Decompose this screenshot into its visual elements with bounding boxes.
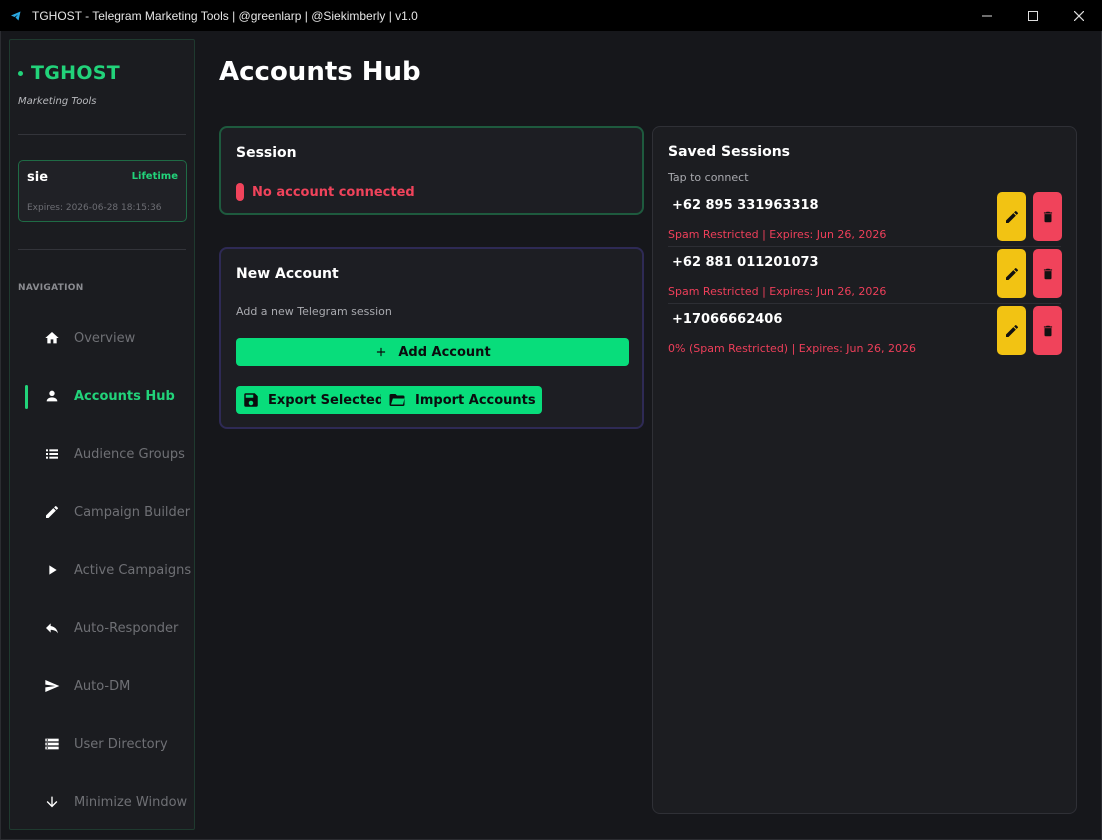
folder-open-icon [389,394,405,406]
nav-label: Active Campaigns [74,562,192,578]
trash-icon [1043,211,1052,222]
nav-label: Auto-Responder [74,620,179,636]
connection-status: No account connected [236,183,415,201]
nav-item-campaign-builder[interactable]: Campaign Builder [10,492,194,532]
session-status: Spam Restricted | Expires: Jun 26, 2026 [668,228,887,241]
divider [18,249,186,250]
play-icon [43,561,61,579]
brand-name: TGHOST [31,62,121,84]
nav-label: Campaign Builder [74,504,191,520]
status-indicator [236,183,244,201]
saved-sessions-card: Saved Sessions Tap to connect +62 895 33… [652,126,1077,814]
nav-label: Minimize Window [74,794,188,810]
maximize-button[interactable] [1010,0,1056,31]
save-icon [244,393,258,407]
divider [668,303,1061,304]
pencil-icon [1005,267,1018,280]
saved-sessions-hint: Tap to connect [668,171,749,184]
nav-item-auto-dm[interactable]: Auto-DM [10,666,194,706]
trash-icon [1043,325,1052,336]
nav-label: Overview [74,330,136,346]
session-phone: +17066662406 [672,312,783,327]
edit-session-button[interactable] [997,249,1026,298]
nav-item-audience-groups[interactable]: Audience Groups [10,434,194,474]
session-phone: +62 881 011201073 [672,255,819,270]
person-icon [43,387,61,405]
session-row[interactable]: +17066662406 0% (Spam Restricted) | Expi… [668,306,1062,362]
status-text: No account connected [252,184,415,200]
brand-subtitle: Marketing Tools [18,96,97,107]
divider [668,246,1061,247]
session-row[interactable]: +62 895 331963318 Spam Restricted | Expi… [668,192,1062,248]
minimize-button[interactable] [964,0,1010,31]
arrow-down-icon [43,793,61,811]
user-name: sie [27,170,49,185]
title-bar: TGHOST - Telegram Marketing Tools | @gre… [0,0,1102,31]
nav-item-minimize-window[interactable]: Minimize Window [10,782,194,822]
saved-sessions-heading: Saved Sessions [668,144,791,160]
nav-label: Audience Groups [74,446,185,462]
pencil-icon [1005,210,1018,223]
pencil-icon [43,503,61,521]
divider [18,134,186,135]
delete-session-button[interactable] [1033,306,1062,355]
nav-label: Auto-DM [74,678,131,694]
session-row[interactable]: +62 881 011201073 Spam Restricted | Expi… [668,249,1062,305]
new-account-heading: New Account [236,266,339,282]
session-heading: Session [236,145,297,161]
delete-session-button[interactable] [1033,192,1062,241]
import-accounts-button[interactable]: Import Accounts [381,386,542,414]
home-icon [43,329,61,347]
session-status: 0% (Spam Restricted) | Expires: Jun 26, … [668,342,916,355]
nav-item-active-campaigns[interactable]: Active Campaigns [10,550,194,590]
new-account-subtitle: Add a new Telegram session [236,305,392,318]
session-phone: +62 895 331963318 [672,198,819,213]
nav-item-user-directory[interactable]: User Directory [10,724,194,764]
nav-item-auto-responder[interactable]: Auto-Responder [10,608,194,648]
edit-session-button[interactable] [997,192,1026,241]
session-card: Session No account connected [219,126,644,215]
page-title: Accounts Hub [219,57,421,87]
nav-label: User Directory [74,736,168,752]
close-button[interactable] [1056,0,1102,31]
nav-item-overview[interactable]: Overview [10,318,194,358]
brand-dot [18,70,23,76]
list-icon [43,445,61,463]
session-status: Spam Restricted | Expires: Jun 26, 2026 [668,285,887,298]
sidebar: TGHOST Marketing Tools sie Lifetime Expi… [9,39,195,830]
import-accounts-label: Import Accounts [415,392,536,408]
reply-icon [43,619,61,637]
edit-session-button[interactable] [997,306,1026,355]
add-account-button[interactable]: Add Account [236,338,629,366]
plus-icon [377,347,386,357]
license-expiry: Expires: 2026-06-28 18:15:36 [27,203,162,213]
nav-item-accounts-hub[interactable]: Accounts Hub [10,376,194,416]
nav-heading: NAVIGATION [18,283,84,293]
telegram-icon [10,9,24,23]
active-indicator [25,385,28,409]
plan-badge: Lifetime [131,171,178,182]
user-card: sie Lifetime Expires: 2026-06-28 18:15:3… [18,160,187,222]
pencil-icon [1005,324,1018,337]
export-selected-button[interactable]: Export Selected [236,386,391,414]
window-title: TGHOST - Telegram Marketing Tools | @gre… [32,8,418,23]
storage-icon [43,735,61,753]
add-account-label: Add Account [398,344,491,360]
brand: TGHOST [18,62,120,84]
trash-icon [1043,268,1052,279]
delete-session-button[interactable] [1033,249,1062,298]
new-account-card: New Account Add a new Telegram session A… [219,247,644,429]
export-selected-label: Export Selected [268,392,385,408]
nav-label: Accounts Hub [74,388,175,404]
send-icon [43,677,61,695]
